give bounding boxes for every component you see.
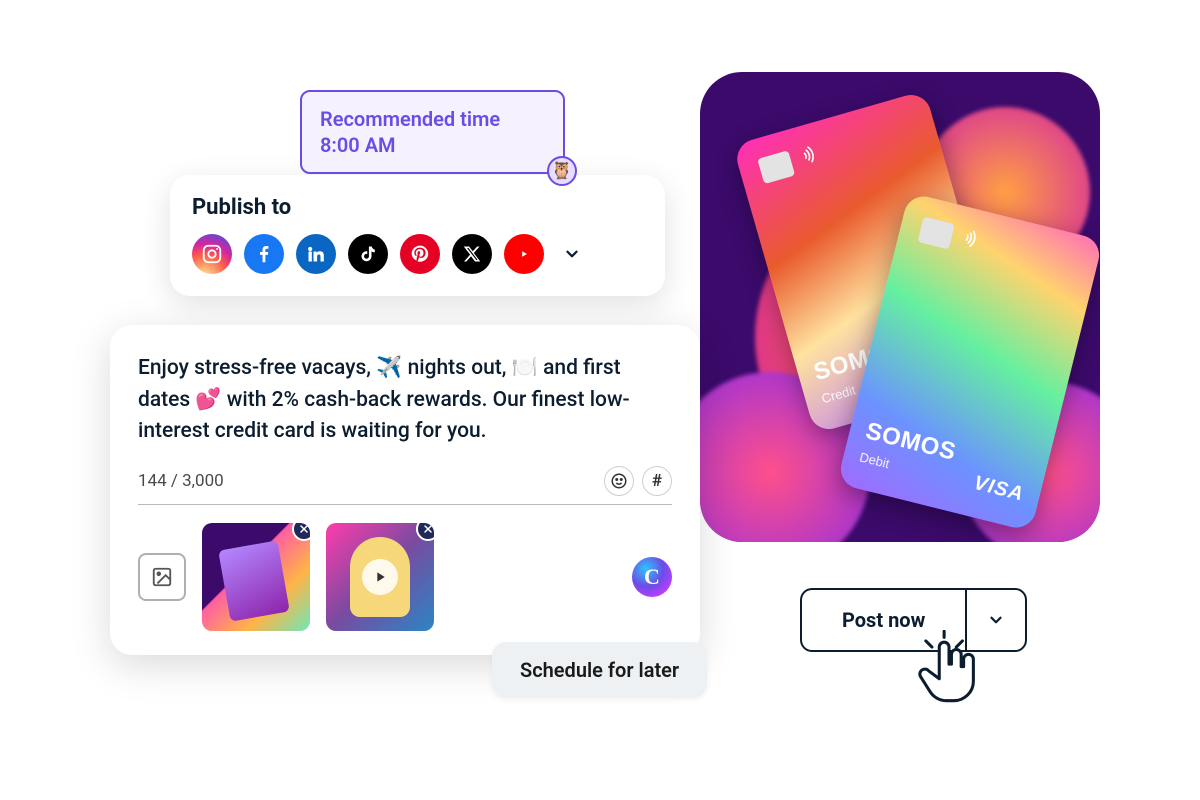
instagram-icon[interactable] (192, 234, 232, 274)
schedule-for-later-button[interactable]: Schedule for later (492, 642, 707, 698)
card-type: Credit (820, 382, 857, 406)
publish-to-heading: Publish to (192, 195, 643, 220)
card-network: VISA (971, 472, 1026, 507)
post-now-button[interactable]: Post now (800, 588, 965, 652)
card-chip-icon (918, 217, 955, 250)
pinterest-icon[interactable] (400, 234, 440, 274)
canva-icon[interactable]: C (632, 557, 672, 597)
facebook-icon[interactable] (244, 234, 284, 274)
hashtag-button[interactable]: # (642, 466, 672, 496)
post-text-input[interactable]: Enjoy stress-free vacays, ✈️ nights out,… (138, 353, 672, 448)
add-media-button[interactable] (138, 553, 186, 601)
card-chip-icon (757, 150, 795, 184)
youtube-icon[interactable] (504, 234, 544, 274)
linkedin-icon[interactable] (296, 234, 336, 274)
attachment-thumbnail-2[interactable] (326, 523, 434, 631)
hero-card-art: SOMOS Credit SOMOS Debit VISA (700, 72, 1100, 542)
recommended-time-value: 8:00 AM (320, 132, 545, 158)
recommended-time-callout: Recommended time 8:00 AM 🦉 (300, 90, 565, 174)
tiktok-icon[interactable] (348, 234, 388, 274)
publish-to-card: Publish to (170, 175, 665, 296)
card-type: Debit (858, 449, 891, 471)
more-networks-chevron-down-icon[interactable] (558, 240, 586, 268)
owl-icon: 🦉 (547, 156, 577, 186)
x-icon[interactable] (452, 234, 492, 274)
recommended-time-label: Recommended time (320, 106, 545, 132)
contactless-icon (798, 142, 824, 173)
character-counter: 144 / 3,000 (138, 471, 224, 491)
attachment-thumbnail-1[interactable] (202, 523, 310, 631)
emoji-picker-button[interactable] (604, 466, 634, 496)
post-composer-card: Enjoy stress-free vacays, ✈️ nights out,… (110, 325, 700, 655)
attachment-row: C (138, 523, 672, 631)
composer-counter-row: 144 / 3,000 # (138, 466, 672, 505)
post-now-dropdown-button[interactable] (965, 588, 1027, 652)
social-network-row (192, 234, 643, 274)
play-icon (362, 559, 398, 595)
post-now-split-button: Post now (800, 588, 1027, 652)
contactless-icon (958, 227, 984, 257)
